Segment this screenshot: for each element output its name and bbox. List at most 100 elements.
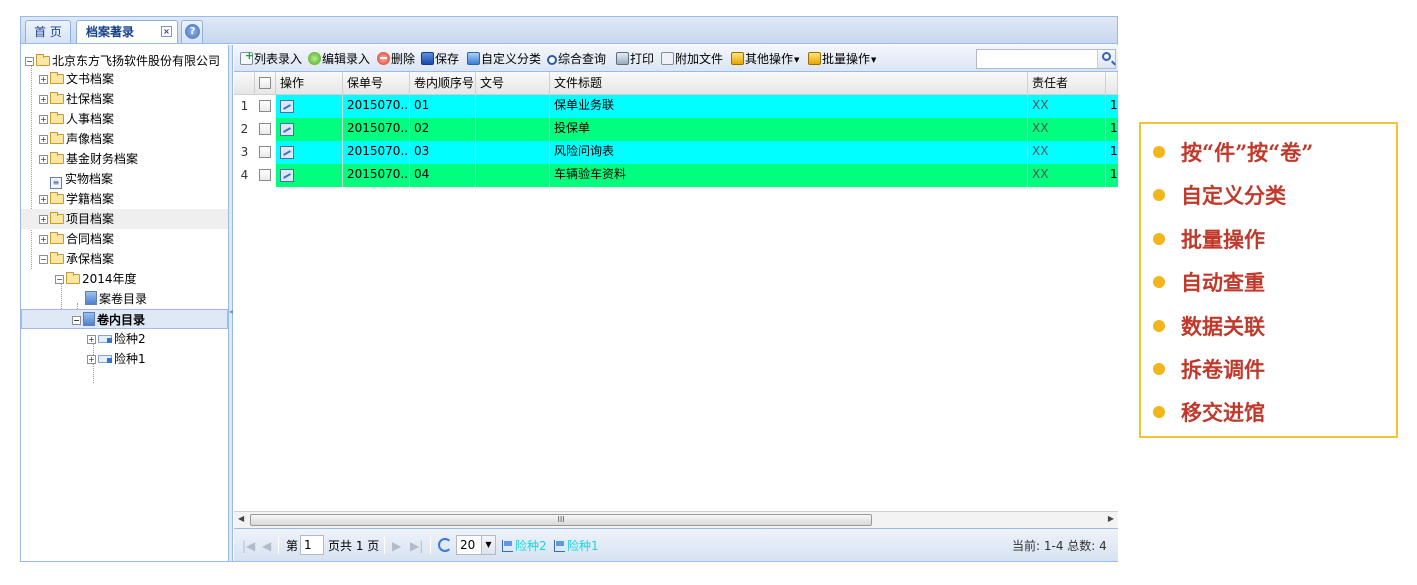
help-tab[interactable]: ? bbox=[181, 20, 203, 43]
prev-page-icon[interactable]: ◀ bbox=[262, 538, 271, 554]
row-checkbox[interactable] bbox=[259, 100, 271, 112]
collapse-icon[interactable]: − bbox=[72, 316, 81, 325]
expand-icon[interactable]: + bbox=[39, 195, 48, 204]
records-grid: 操作 保单号 卷内顺序号 文号 文件标题 责任者 1 2015070... 01… bbox=[234, 72, 1118, 528]
custom-classify-button[interactable]: 自定义分类 bbox=[467, 51, 541, 67]
row-number: 3 bbox=[234, 141, 255, 164]
query-button[interactable]: 综合查询 bbox=[547, 51, 606, 67]
header-select-all[interactable] bbox=[255, 72, 276, 95]
page-size-select[interactable]: 20 ▼ bbox=[456, 535, 496, 555]
header-extra[interactable] bbox=[1106, 72, 1118, 95]
scroll-right-icon[interactable]: ▶ bbox=[1108, 514, 1114, 523]
table-row[interactable]: 1 2015070... 01 保单业务联 XX 1 bbox=[234, 95, 1118, 118]
page-number-input[interactable]: 1 bbox=[300, 535, 324, 555]
tree-item-shebao[interactable]: + 社保档案 bbox=[39, 89, 114, 109]
cell-seq-no: 03 bbox=[410, 141, 476, 164]
tree-item-risk2[interactable]: + 险种2 bbox=[87, 329, 146, 349]
attach-file-button[interactable]: 附加文件 bbox=[661, 51, 723, 67]
tree-item-volume-catalog[interactable]: − 卷内目录 bbox=[21, 309, 228, 329]
next-page-icon[interactable]: ▶ bbox=[392, 538, 401, 554]
edit-entry-button[interactable]: 编辑录入 bbox=[308, 51, 370, 67]
refresh-icon[interactable] bbox=[438, 537, 452, 553]
tree-item-risk1[interactable]: + 险种1 bbox=[87, 349, 146, 369]
tab-home[interactable]: 首 页 bbox=[25, 20, 71, 43]
last-page-icon[interactable]: ▶| bbox=[410, 538, 423, 554]
save-button[interactable]: 保存 bbox=[421, 51, 459, 67]
tree-item-label: 合同档案 bbox=[66, 232, 115, 246]
expand-icon[interactable]: + bbox=[39, 235, 48, 244]
search-icon bbox=[1102, 52, 1111, 61]
expand-icon[interactable]: + bbox=[39, 95, 48, 104]
table-row[interactable]: 2 2015070... 02 投保单 XX 1 bbox=[234, 118, 1118, 141]
header-seq-no[interactable]: 卷内顺序号 bbox=[410, 72, 476, 95]
other-ops-button[interactable]: 其他操作▼ bbox=[731, 51, 799, 67]
header-title[interactable]: 文件标题 bbox=[550, 72, 1028, 95]
classify-icon bbox=[467, 52, 480, 65]
search-button[interactable] bbox=[1097, 50, 1115, 68]
tree-item-wenshu[interactable]: + 文书档案 bbox=[39, 69, 114, 89]
tree-item-label: 学籍档案 bbox=[66, 192, 115, 206]
expand-icon[interactable]: + bbox=[87, 335, 96, 344]
expand-icon[interactable]: + bbox=[39, 135, 48, 144]
print-button[interactable]: 打印 bbox=[616, 51, 654, 67]
row-checkbox[interactable] bbox=[259, 169, 271, 181]
scroll-left-icon[interactable]: ◀ bbox=[238, 514, 244, 523]
collapse-icon[interactable]: − bbox=[25, 57, 34, 66]
row-checkbox[interactable] bbox=[259, 146, 271, 158]
expand-icon[interactable]: + bbox=[39, 215, 48, 224]
expand-icon[interactable]: + bbox=[87, 355, 96, 364]
select-all-checkbox[interactable] bbox=[259, 77, 271, 89]
cell-extra: 1 bbox=[1110, 167, 1118, 181]
header-doc-no[interactable]: 文号 bbox=[476, 72, 550, 95]
tree-item-year[interactable]: − 2014年度 bbox=[55, 269, 137, 289]
collapse-icon[interactable]: − bbox=[39, 255, 48, 264]
expand-icon[interactable]: + bbox=[39, 155, 48, 164]
close-icon[interactable]: × bbox=[161, 26, 172, 37]
delete-button[interactable]: 删除 bbox=[377, 51, 415, 67]
expand-icon[interactable]: + bbox=[39, 75, 48, 84]
tree-item-xiangmu[interactable]: + 项目档案 bbox=[21, 209, 228, 229]
tree-item-hetong[interactable]: + 合同档案 bbox=[39, 229, 114, 249]
header-operation[interactable]: 操作 bbox=[276, 72, 343, 95]
main-panel: 列表录入 编辑录入 删除 保存 自定义分类 综合查询 打印 附加文件 其他操作▼… bbox=[234, 45, 1118, 561]
tree-item-shengxiang[interactable]: + 声像档案 bbox=[39, 129, 114, 149]
table-row[interactable]: 4 2015070... 04 车辆验车资料 XX 1 bbox=[234, 164, 1118, 187]
archive-app-window: 首 页 档案著录 × ? − 北京东方飞扬软件股份有限公司 + 文书档案 + 社保档案… bbox=[20, 16, 1118, 562]
row-checkbox[interactable] bbox=[259, 123, 271, 135]
tree-item-label: 案卷目录 bbox=[99, 292, 148, 306]
search-icon bbox=[547, 55, 557, 65]
chevron-down-icon[interactable]: ▼ bbox=[481, 536, 495, 554]
edit-icon bbox=[308, 52, 321, 65]
tab-archive-entry[interactable]: 档案著录 × bbox=[76, 20, 178, 43]
risk1-link[interactable]: 险种1 bbox=[554, 538, 599, 554]
tree-item-xueji[interactable]: + 学籍档案 bbox=[39, 189, 114, 209]
cell-seq-no: 02 bbox=[410, 118, 476, 141]
table-row[interactable]: 3 2015070... 03 风险问询表 XX 1 bbox=[234, 141, 1118, 164]
cell-operation bbox=[276, 118, 343, 141]
tree-root[interactable]: − 北京东方飞扬软件股份有限公司 bbox=[25, 51, 220, 71]
search-input[interactable] bbox=[976, 49, 1116, 69]
header-policy-no[interactable]: 保单号 bbox=[343, 72, 410, 95]
cell-owner: XX bbox=[1028, 141, 1106, 164]
batch-ops-button[interactable]: 批量操作▼ bbox=[808, 51, 876, 67]
paging-toolbar: |◀ ◀ 第 1 页共 1 页 ▶ ▶| 20 ▼ 险种2 险种1 当前: 1-4… bbox=[234, 528, 1118, 561]
header-owner[interactable]: 责任者 bbox=[1028, 72, 1106, 95]
list-entry-button[interactable]: 列表录入 bbox=[240, 48, 302, 67]
tree-item-jijin[interactable]: + 基金财务档案 bbox=[39, 149, 138, 169]
panel-splitter[interactable]: ◂ bbox=[229, 45, 233, 561]
risk2-link[interactable]: 险种2 bbox=[502, 538, 547, 554]
tree-item-case-catalog[interactable]: 案卷目录 bbox=[85, 289, 147, 309]
batch-ops-label: 批量操作 bbox=[822, 52, 871, 66]
collapse-arrow-icon[interactable]: ◂ bbox=[229, 307, 233, 316]
horizontal-scrollbar[interactable]: ◀ III ▶ bbox=[234, 511, 1118, 528]
folder-icon bbox=[50, 132, 64, 144]
collapse-icon[interactable]: − bbox=[55, 275, 64, 284]
tree-item-chengbao[interactable]: − 承保档案 bbox=[39, 249, 114, 269]
expand-icon[interactable]: + bbox=[39, 115, 48, 124]
tree-item-shiwu[interactable]: ≡ 实物档案 bbox=[39, 169, 113, 189]
scroll-thumb[interactable]: III bbox=[250, 514, 872, 526]
tree-item-renshi[interactable]: + 人事档案 bbox=[39, 109, 114, 129]
batch-ops-icon bbox=[808, 52, 821, 65]
first-page-icon[interactable]: |◀ bbox=[242, 538, 255, 554]
tab-archive-entry-label: 档案著录 bbox=[86, 25, 135, 39]
